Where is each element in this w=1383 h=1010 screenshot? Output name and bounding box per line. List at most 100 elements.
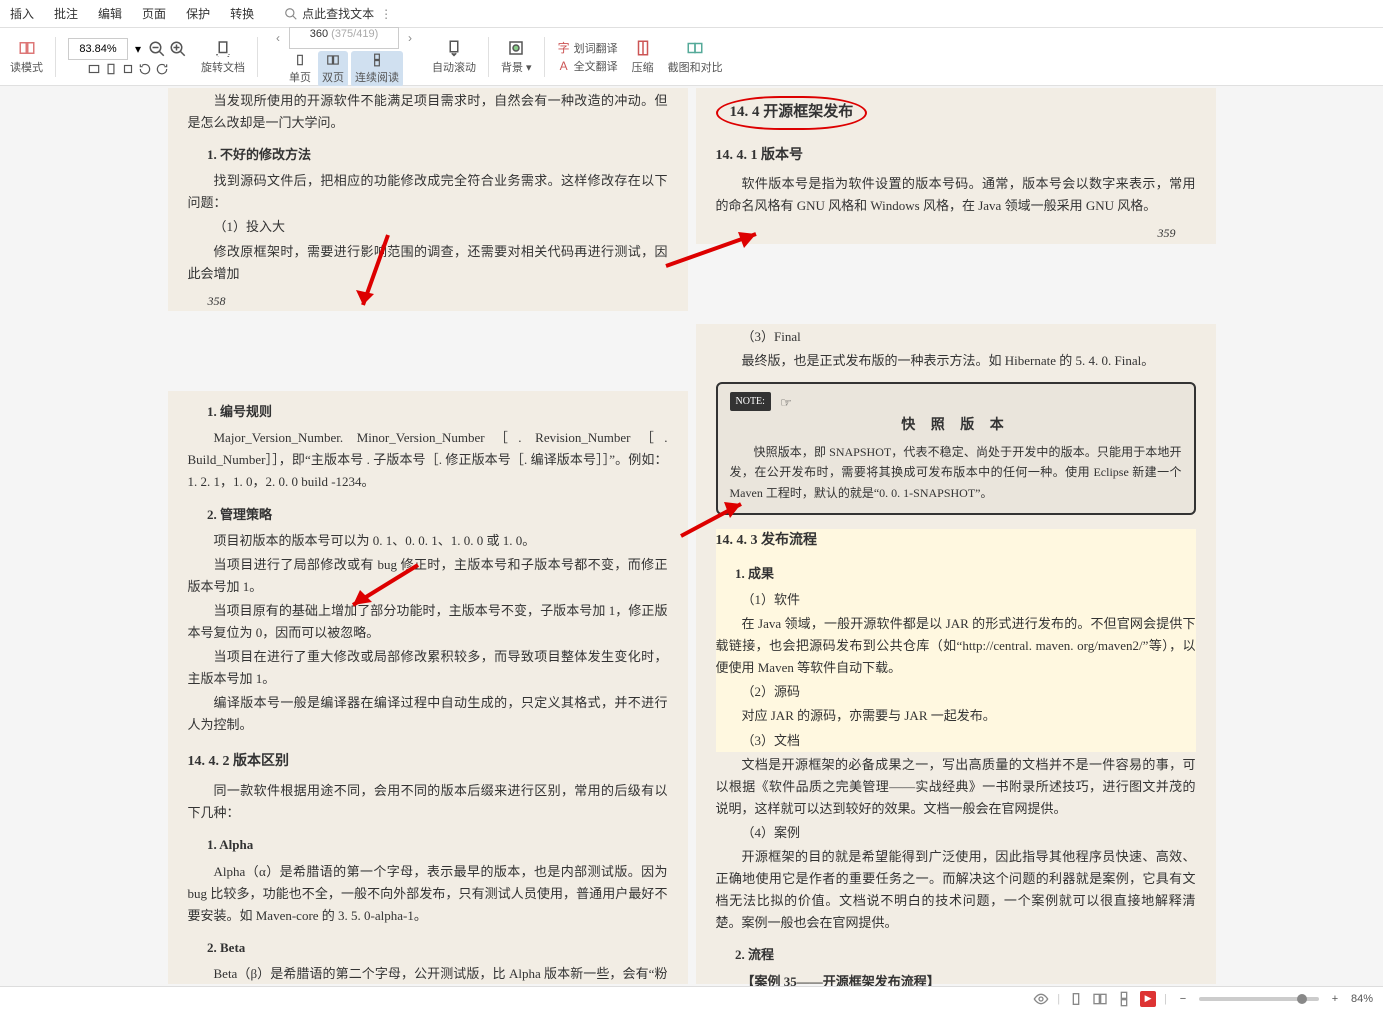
text: 找到源码文件后，把相应的功能修改成完全符合业务需求。这样修改存在以下问题：: [188, 170, 668, 214]
menu-insert[interactable]: 插入: [10, 5, 34, 22]
double-page-button[interactable]: 双页: [318, 51, 348, 87]
auto-scroll-label: 自动滚动: [432, 59, 476, 75]
fit-width-icon[interactable]: [87, 62, 101, 76]
text: 在 Java 领域，一般开源软件都是以 JAR 的形式进行发布的。不但官网会提供…: [716, 613, 1196, 679]
full-translate-label[interactable]: 全文翻译: [574, 58, 618, 74]
text: 当项目进行了局部修改或有 bug 修正时，主版本号和子版本号都不变，而修正版本号…: [188, 554, 668, 598]
zoom-input[interactable]: [68, 38, 128, 60]
text: 编译版本号一般是编译器在编译过程中自动生成的，只定义其格式，并不进行人为控制。: [188, 692, 668, 736]
heading: 1. Alpha: [188, 834, 668, 856]
text: 快照版本，即 SNAPSHOT，代表不稳定、尚处于开发中的版本。只能用于本地开发…: [730, 442, 1182, 503]
menu-protect[interactable]: 保护: [186, 5, 210, 22]
text: （2）源码: [716, 681, 1196, 703]
rotate-doc-icon[interactable]: [214, 39, 232, 57]
note-box: NOTE: ☞ 快 照 版 本 快照版本，即 SNAPSHOT，代表不稳定、尚处…: [716, 382, 1196, 515]
zoom-slider[interactable]: [1199, 997, 1319, 1001]
page-input[interactable]: 360 (375/419): [289, 27, 399, 49]
text: 对应 JAR 的源码，亦需要与 JAR 一起发布。: [716, 705, 1196, 727]
text: 软件版本号是指为软件设置的版本号码。通常，版本号会以数字来表示，常用的命名风格有…: [716, 173, 1196, 217]
status-eye-icon[interactable]: [1033, 991, 1049, 1007]
text: Beta（β）是希腊语的第二个字母，公开测试版，比 Alpha 版本新一些，会有…: [188, 963, 668, 986]
toolbar: 读模式 ▾ 旋转文档 ‹ 360 (375/419) ›: [0, 28, 1383, 86]
full-translate-icon[interactable]: A: [557, 59, 571, 73]
double-page-icon: [326, 53, 340, 67]
text: （1）软件: [716, 589, 1196, 611]
rotate-right-icon[interactable]: [155, 62, 169, 76]
search-placeholder: 点此查找文本: [302, 5, 374, 22]
heading: 14. 4. 3 发布流程: [716, 529, 1196, 553]
page-number: 359: [696, 223, 1176, 243]
read-mode-icon[interactable]: [18, 39, 36, 57]
text: 【案例 35——开源框架发布流程】: [716, 971, 1196, 986]
menu-more-icon[interactable]: ⋮: [380, 7, 392, 21]
zoom-percent[interactable]: 84%: [1351, 993, 1373, 1005]
page-current: 360: [310, 28, 328, 40]
zoom-in-icon[interactable]: [169, 40, 187, 58]
page-right: 14. 4 开源框架发布 14. 4. 1 版本号 软件版本号是指为软件设置的版…: [696, 88, 1216, 984]
heading: 1. 不好的修改方法: [188, 144, 668, 166]
text: （4）案例: [716, 822, 1196, 844]
continuous-icon: [370, 53, 384, 67]
text: 项目初版本的版本号可以为 0. 1、0. 0. 1、1. 0. 0 或 1. 0…: [188, 530, 668, 552]
note-label: NOTE:: [730, 392, 771, 411]
prev-page-button[interactable]: ‹: [270, 29, 286, 47]
rotate-left-icon[interactable]: [138, 62, 152, 76]
document-area[interactable]: 当发现所使用的开源软件不能满足项目需求时，自然会有一种改造的冲动。但是怎么改却是…: [0, 86, 1383, 986]
compress-label: 压缩: [632, 59, 654, 75]
heading: 2. 流程: [716, 944, 1196, 966]
text: Alpha（α）是希腊语的第一个字母，表示最早的版本，也是内部测试版。因为 bu…: [188, 861, 668, 927]
statusbar: | ▶ | − + 84%: [0, 986, 1383, 1010]
read-mode-label: 读模式: [10, 59, 43, 75]
fit-page-icon[interactable]: [104, 62, 118, 76]
select-translate-label[interactable]: 划词翻译: [574, 40, 618, 56]
page-total: (375/419): [331, 28, 378, 40]
screenshot-icon[interactable]: [686, 39, 704, 57]
menu-edit[interactable]: 编辑: [98, 5, 122, 22]
compress-icon[interactable]: [634, 39, 652, 57]
page-number: 358: [208, 291, 688, 311]
menubar: 插入 批注 编辑 页面 保护 转换 点此查找文本 ⋮: [0, 0, 1383, 28]
actual-size-icon[interactable]: [121, 62, 135, 76]
select-translate-icon[interactable]: 字: [557, 41, 571, 55]
note-title: 快 照 版 本: [730, 414, 1182, 438]
text: 修改原框架时，需要进行影响范围的调查，还需要对相关代码再进行测试，因此会增加: [188, 241, 668, 285]
background-label: 背景 ▾: [501, 59, 532, 75]
text: 当项目在进行了重大修改或局部修改累积较多，而导致项目整体发生变化时，主版本号加 …: [188, 646, 668, 690]
text: 当项目原有的基础上增加了部分功能时，主版本号不变，子版本号加 1，修正版本号复位…: [188, 600, 668, 644]
zoom-dropdown-icon[interactable]: ▾: [131, 42, 145, 56]
menu-page[interactable]: 页面: [142, 5, 166, 22]
single-page-button[interactable]: 单页: [285, 51, 315, 87]
page-left: 当发现所使用的开源软件不能满足项目需求时，自然会有一种改造的冲动。但是怎么改却是…: [168, 88, 688, 984]
hand-point-icon: ☞: [780, 395, 792, 410]
search-box[interactable]: 点此查找文本 ⋮: [284, 5, 392, 22]
text: 同一款软件根据用途不同，会用不同的版本后缀来进行区别，常用的后级有以下几种：: [188, 780, 668, 824]
heading: 2. 管理策略: [188, 504, 668, 526]
auto-scroll-icon[interactable]: [445, 39, 463, 57]
text: 当发现所使用的开源软件不能满足项目需求时，自然会有一种改造的冲动。但是怎么改却是…: [188, 90, 668, 134]
rotate-doc-label: 旋转文档: [201, 59, 245, 75]
menu-convert[interactable]: 转换: [230, 5, 254, 22]
heading: 1. 成果: [716, 563, 1196, 585]
zoom-in-button[interactable]: +: [1327, 991, 1343, 1007]
heading: 14. 4. 1 版本号: [716, 144, 1196, 168]
heading-circled: 14. 4 开源框架发布: [716, 96, 1196, 130]
status-double-icon[interactable]: [1092, 991, 1108, 1007]
text: （3）文档: [716, 730, 1196, 752]
continuous-button[interactable]: 连续阅读: [351, 51, 403, 87]
single-page-icon: [293, 53, 307, 67]
next-page-button[interactable]: ›: [402, 29, 418, 47]
heading: 14. 4. 2 版本区别: [188, 750, 668, 774]
text: （1）投入大: [188, 216, 668, 238]
zoom-out-button[interactable]: −: [1175, 991, 1191, 1007]
status-single-icon[interactable]: [1068, 991, 1084, 1007]
menu-annotate[interactable]: 批注: [54, 5, 78, 22]
heading: 1. 编号规则: [188, 401, 668, 423]
background-icon[interactable]: [507, 39, 525, 57]
status-record-icon[interactable]: ▶: [1140, 991, 1156, 1007]
text: Major_Version_Number. Minor_Version_Numb…: [188, 427, 668, 493]
zoom-out-icon[interactable]: [148, 40, 166, 58]
text: （3）Final: [716, 326, 1196, 348]
text: 开源框架的目的就是希望能得到广泛使用，因此指导其他程序员快速、高效、正确地使用它…: [716, 846, 1196, 934]
status-continuous-icon[interactable]: [1116, 991, 1132, 1007]
search-icon: [284, 7, 298, 21]
